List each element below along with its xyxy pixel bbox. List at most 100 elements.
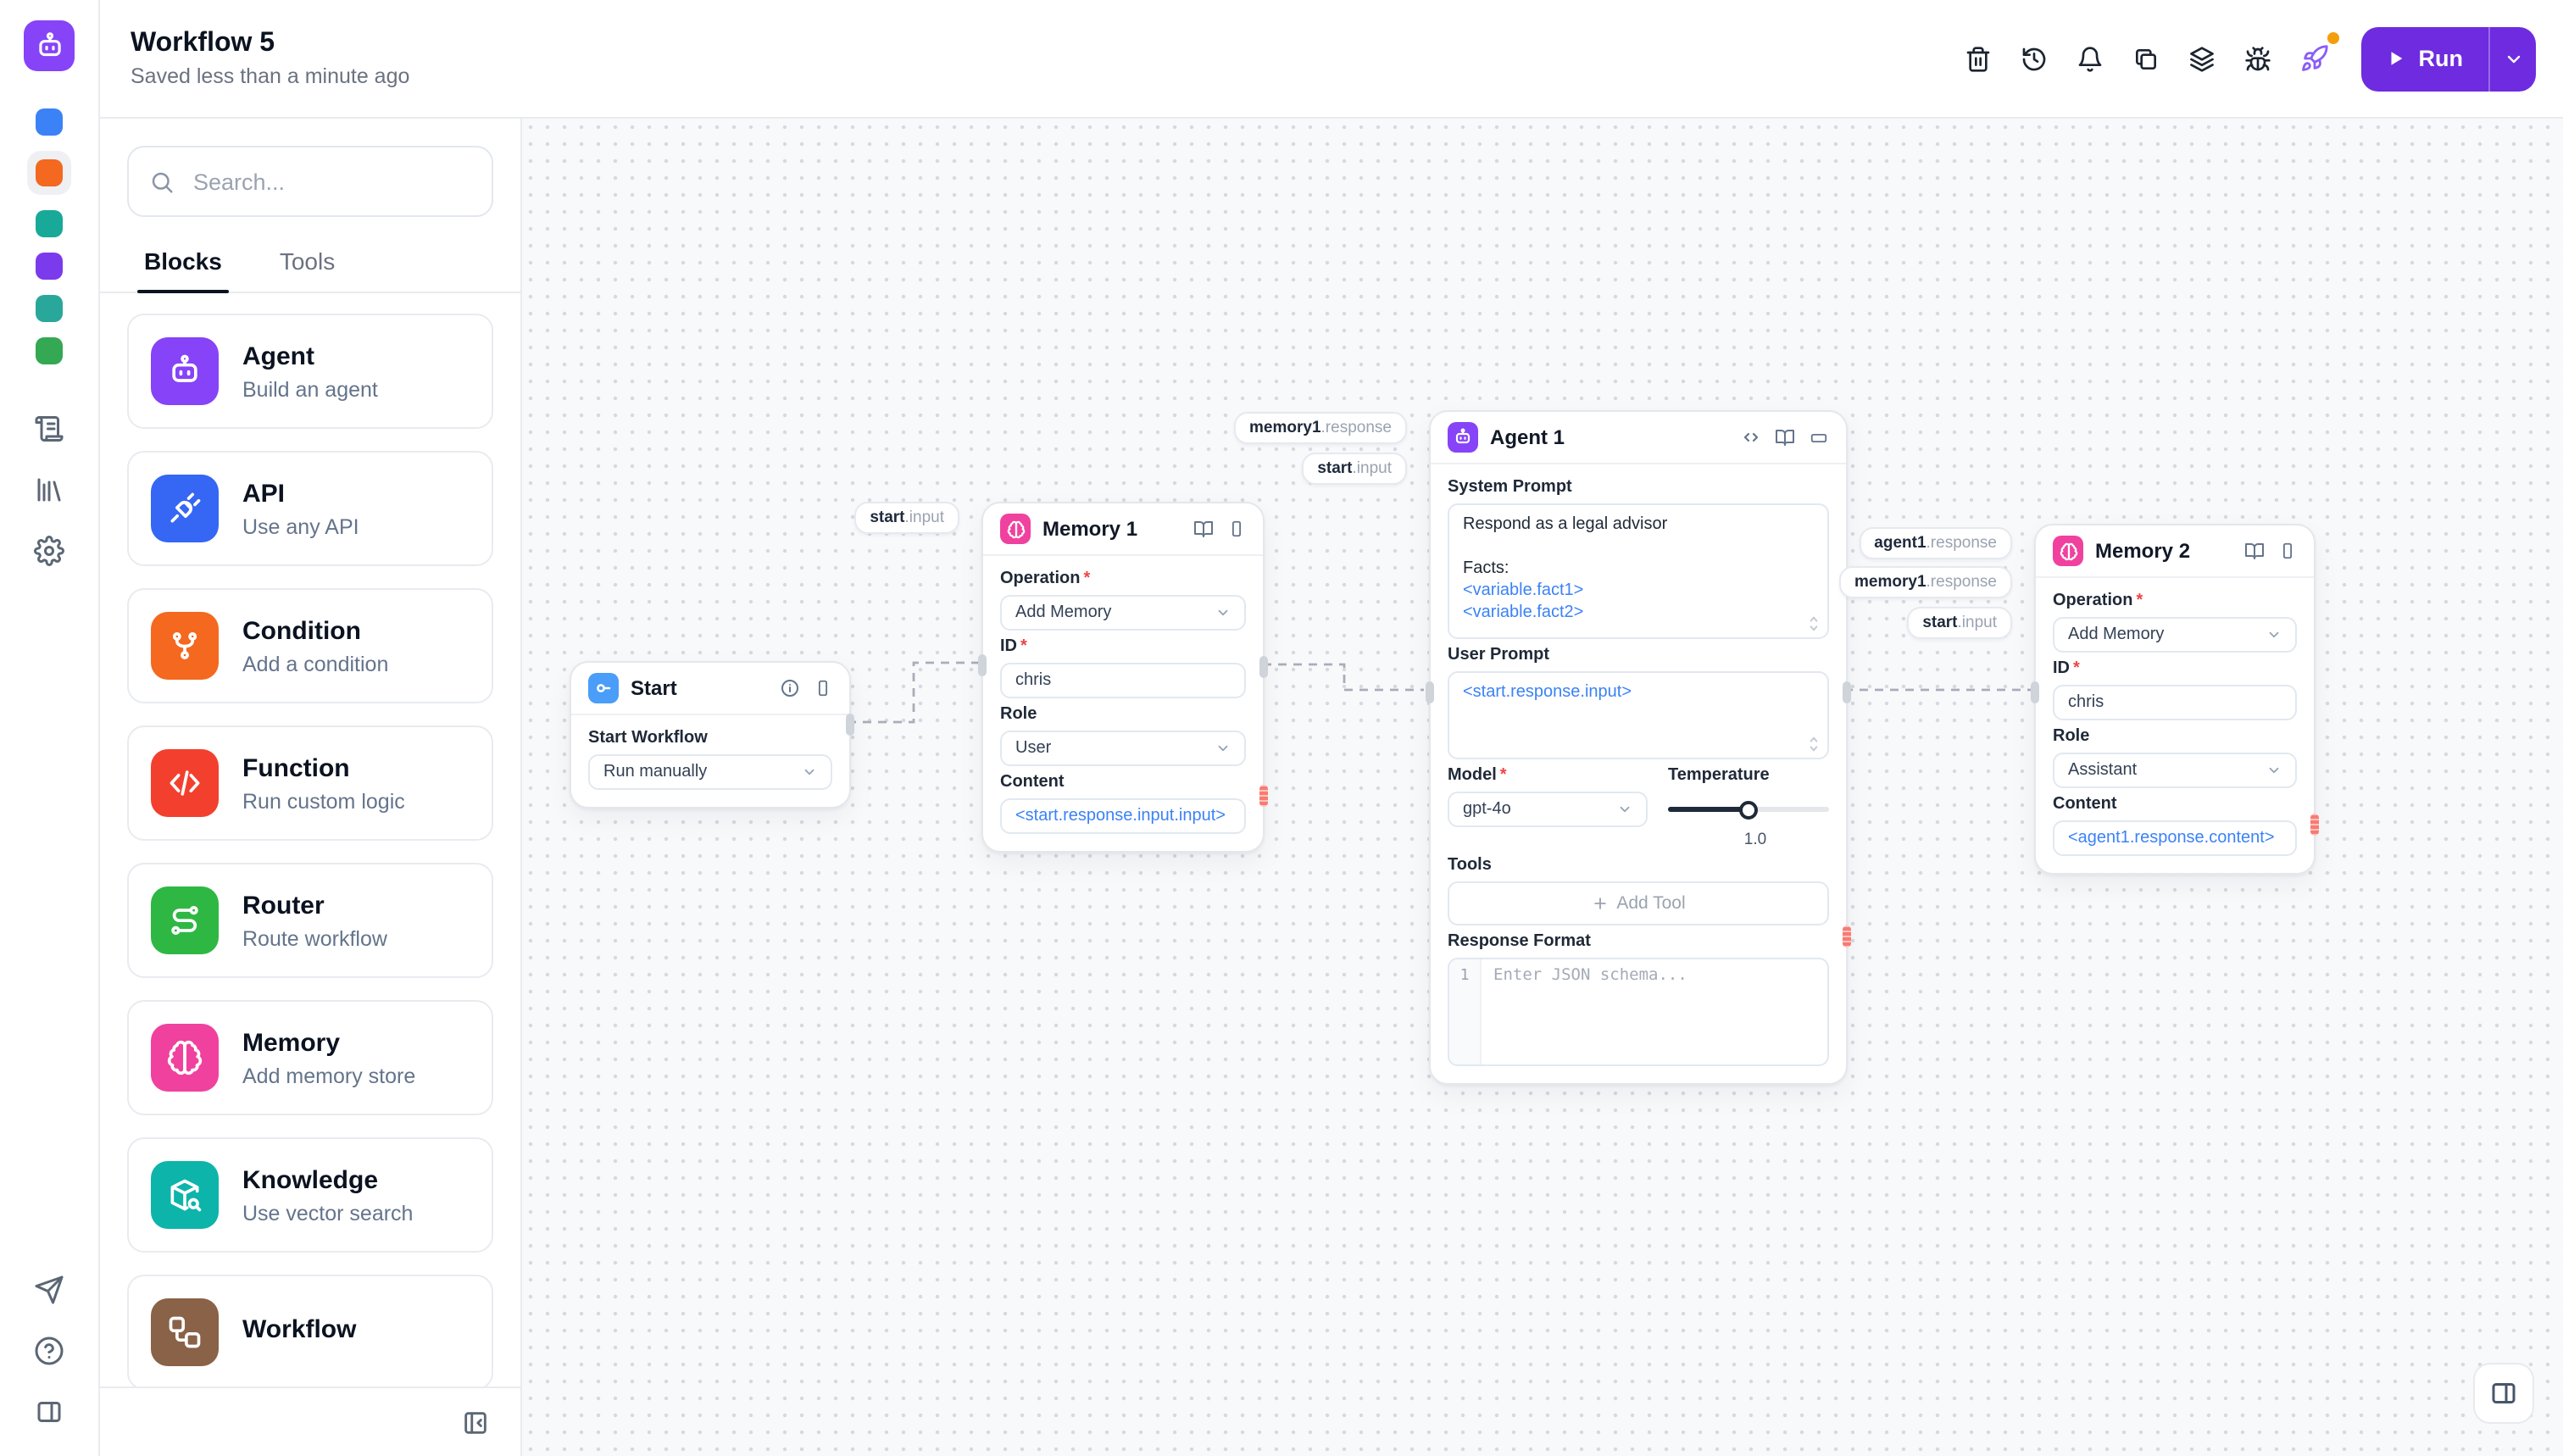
content-value: <agent1.response.content> bbox=[2068, 829, 2275, 847]
chevron-down-icon bbox=[2266, 763, 2282, 778]
field-label: Operation * bbox=[2053, 592, 2297, 610]
run-options-chevron-icon[interactable] bbox=[2490, 26, 2536, 91]
target-handle[interactable] bbox=[2031, 681, 2039, 703]
search-box[interactable] bbox=[127, 146, 493, 217]
id-input[interactable]: chris bbox=[1000, 663, 1246, 698]
left-rail bbox=[0, 0, 100, 1456]
node-memory2[interactable]: Memory 2 Operation * Add Memory ID * chr… bbox=[2031, 524, 2319, 875]
settings-gear-icon[interactable] bbox=[29, 531, 69, 571]
content-input[interactable]: <start.response.input.input> bbox=[1000, 798, 1246, 834]
tab-blocks[interactable]: Blocks bbox=[137, 247, 229, 293]
invite-send-icon[interactable] bbox=[29, 1270, 69, 1310]
block-card-function[interactable]: Function Run custom logic bbox=[127, 725, 493, 841]
target-handle[interactable] bbox=[1426, 681, 1434, 703]
resize-handle-icon[interactable] bbox=[1807, 736, 1821, 753]
debug-bug-icon[interactable] bbox=[2236, 36, 2282, 81]
logs-scroll-icon[interactable] bbox=[29, 408, 69, 449]
workspace-purple[interactable] bbox=[36, 253, 63, 280]
toggle-panel-icon[interactable] bbox=[29, 1392, 69, 1432]
open-panel-icon[interactable] bbox=[2473, 1363, 2534, 1424]
source-handle[interactable] bbox=[846, 714, 854, 736]
notifications-bell-icon[interactable] bbox=[2068, 36, 2114, 81]
temperature-slider[interactable] bbox=[1668, 792, 1829, 827]
edge-label-path: .input bbox=[1957, 614, 1998, 632]
prompt-line: Facts: bbox=[1463, 559, 1509, 578]
node-memory1[interactable]: Memory 1 Operation * Add Memory ID * chr… bbox=[978, 502, 1268, 853]
block-name: Router bbox=[242, 891, 325, 920]
edge-label: memory1.response bbox=[1234, 412, 1407, 444]
model-column: Model * gpt-4o bbox=[1448, 759, 1648, 827]
edge-label: start.input bbox=[1302, 453, 1407, 485]
app: Workflow 5 Saved less than a minute ago bbox=[0, 0, 2563, 1456]
response-format-editor[interactable]: 1 Enter JSON schema... bbox=[1448, 958, 1829, 1066]
deploy-rocket-icon[interactable] bbox=[2292, 32, 2339, 81]
info-icon[interactable] bbox=[780, 678, 800, 698]
workflow-icon bbox=[151, 1298, 219, 1366]
operation-label: Operation bbox=[2053, 592, 2133, 610]
start-workflow-label: Start Workflow bbox=[588, 729, 708, 747]
id-input[interactable]: chris bbox=[2053, 685, 2297, 720]
docs-book-icon[interactable] bbox=[1775, 427, 1795, 447]
source-handle[interactable] bbox=[1259, 656, 1268, 678]
workflow-canvas[interactable]: start.input memory1.response start.input… bbox=[522, 119, 2563, 1456]
required-marker: * bbox=[1020, 637, 1027, 656]
block-card-api[interactable]: API Use any API bbox=[127, 451, 493, 566]
role-select[interactable]: Assistant bbox=[2053, 753, 2297, 788]
code-icon[interactable] bbox=[1741, 427, 1761, 447]
workspace-blue[interactable] bbox=[36, 108, 63, 136]
run-button-main[interactable]: Run bbox=[2361, 26, 2489, 91]
model-select[interactable]: gpt-4o bbox=[1448, 792, 1648, 827]
workspace-green[interactable] bbox=[36, 337, 63, 364]
workspace-teal[interactable] bbox=[36, 210, 63, 237]
add-tool-button[interactable]: Add Tool bbox=[1448, 881, 1829, 925]
workspace-teal-2[interactable] bbox=[36, 295, 63, 322]
node-body: Operation * Add Memory ID * bbox=[2036, 578, 2314, 873]
source-handle[interactable] bbox=[1843, 681, 1851, 703]
collapse-rect-icon[interactable] bbox=[1809, 428, 1829, 447]
rename-rect-icon[interactable] bbox=[1227, 519, 1246, 539]
target-handle[interactable] bbox=[978, 654, 987, 676]
deploy-status-dot bbox=[2327, 32, 2339, 44]
history-icon[interactable] bbox=[2012, 36, 2058, 81]
help-icon[interactable] bbox=[29, 1331, 69, 1371]
app-logo-robot-icon[interactable] bbox=[24, 20, 75, 71]
role-select[interactable]: User bbox=[1000, 731, 1246, 766]
block-card-memory[interactable]: Memory Add memory store bbox=[127, 1000, 493, 1115]
docs-book-icon[interactable] bbox=[2244, 541, 2265, 561]
block-card-router[interactable]: Router Route workflow bbox=[127, 863, 493, 978]
docs-book-icon[interactable] bbox=[1193, 519, 1214, 539]
run-mode-select[interactable]: Run manually bbox=[588, 754, 832, 790]
rename-rect-icon[interactable] bbox=[814, 678, 832, 698]
block-card-condition[interactable]: Condition Add a condition bbox=[127, 588, 493, 703]
block-card-knowledge[interactable]: Knowledge Use vector search bbox=[127, 1137, 493, 1253]
block-desc: Use vector search bbox=[242, 1201, 414, 1225]
error-handle[interactable] bbox=[1843, 925, 1851, 948]
node-start[interactable]: Start Start Workflow Run manually bbox=[570, 661, 854, 809]
field-label: Content bbox=[1000, 773, 1246, 792]
error-handle[interactable] bbox=[2310, 814, 2319, 836]
rename-rect-icon[interactable] bbox=[2278, 541, 2297, 561]
system-prompt-textarea[interactable]: Respond as a legal advisor Facts: <varia… bbox=[1448, 503, 1829, 639]
user-prompt-textarea[interactable]: <start.response.input> bbox=[1448, 671, 1829, 759]
block-card-agent[interactable]: Agent Build an agent bbox=[127, 314, 493, 429]
run-button[interactable]: Run bbox=[2360, 26, 2536, 91]
resize-handle-icon[interactable] bbox=[1807, 615, 1821, 632]
slider-knob[interactable] bbox=[1739, 800, 1758, 819]
error-handle[interactable] bbox=[1259, 785, 1268, 807]
rail-bottom bbox=[29, 1270, 69, 1432]
search-input[interactable] bbox=[190, 167, 471, 196]
workspace-orange[interactable] bbox=[36, 159, 63, 186]
node-agent1[interactable]: Agent 1 System Prompt Respond as a legal… bbox=[1426, 410, 1851, 1085]
operation-select[interactable]: Add Memory bbox=[1000, 595, 1246, 631]
library-icon[interactable] bbox=[29, 470, 69, 510]
required-marker: * bbox=[1083, 570, 1091, 588]
collapse-sidebar-icon[interactable] bbox=[453, 1400, 497, 1444]
duplicate-copy-icon[interactable] bbox=[2124, 36, 2170, 81]
tab-tools[interactable]: Tools bbox=[280, 247, 335, 292]
layers-icon[interactable] bbox=[2180, 36, 2226, 81]
content-input[interactable]: <agent1.response.content> bbox=[2053, 820, 2297, 856]
operation-select[interactable]: Add Memory bbox=[2053, 617, 2297, 653]
block-card-workflow[interactable]: Workflow bbox=[127, 1275, 493, 1387]
delete-trash-icon[interactable] bbox=[1956, 36, 2002, 81]
app-header: Workflow 5 Saved less than a minute ago bbox=[100, 0, 2563, 119]
